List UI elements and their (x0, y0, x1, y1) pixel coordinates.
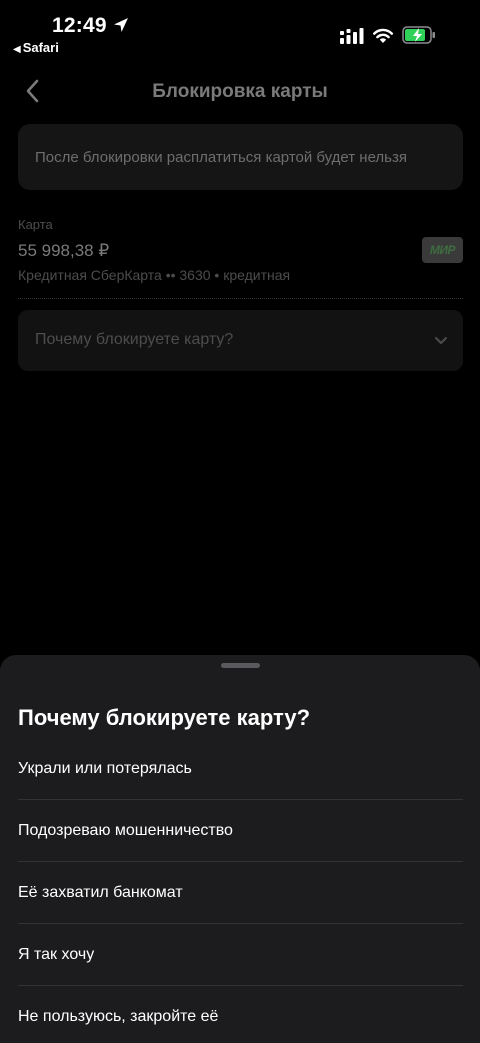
option-stolen-or-lost[interactable]: Украли или потерялась (18, 738, 463, 800)
option-not-using-close[interactable]: Не пользуюсь, закройте её (18, 986, 463, 1043)
card-amount: 55 998,38 ₽ (18, 241, 110, 260)
warning-notice: После блокировки расплатиться картой буд… (18, 124, 463, 190)
divider (18, 298, 463, 299)
card-label: Карта (18, 217, 53, 232)
status-time: 12:49 (52, 14, 107, 37)
mir-logo-icon: МИР (422, 237, 463, 263)
battery-charging-icon (402, 26, 435, 44)
notice-text: После блокировки расплатиться картой буд… (35, 149, 407, 166)
sheet-title: Почему блокируете карту? (18, 705, 311, 730)
reason-select-placeholder: Почему блокируете карту? (35, 331, 234, 348)
reason-select[interactable]: Почему блокируете карту? (18, 310, 463, 371)
option-captured-by-atm[interactable]: Её захватил банкомат (18, 862, 463, 924)
page-title: Блокировка карты (152, 81, 328, 102)
option-i-want-to[interactable]: Я так хочу (18, 924, 463, 986)
reason-bottom-sheet: Почему блокируете карту? Украли или поте… (0, 655, 480, 1043)
sheet-grabber[interactable] (221, 663, 260, 668)
back-triangle-icon: ◀ (13, 44, 21, 55)
status-bar: 12:49 ◀ Safari (0, 0, 480, 60)
option-suspect-fraud[interactable]: Подозреваю мошенничество (18, 800, 463, 862)
wifi-icon (373, 28, 393, 43)
reason-options-list: Украли или потерялась Подозреваю мошенни… (18, 738, 463, 1043)
back-to-app-link[interactable]: ◀ Safari (13, 40, 59, 55)
location-arrow-icon (114, 18, 128, 32)
back-app-label: Safari (22, 40, 59, 55)
signal-icon (340, 28, 364, 44)
chevron-down-icon (435, 337, 447, 344)
card-description: Кредитная СберКарта •• 3630 • кредитная (18, 267, 291, 283)
